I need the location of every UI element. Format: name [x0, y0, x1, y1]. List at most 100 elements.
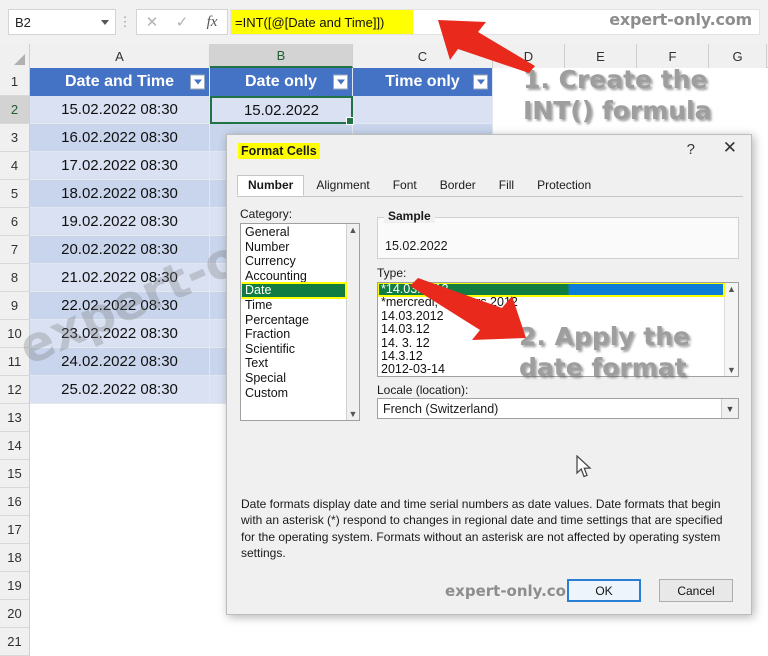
- chevron-down-icon[interactable]: [101, 19, 109, 25]
- row-header-11[interactable]: 11: [0, 348, 30, 376]
- locale-dropdown[interactable]: French (Switzerland) ▼: [377, 398, 739, 419]
- type-item-6[interactable]: 2012-03-14: [378, 363, 724, 376]
- column-header-g[interactable]: G: [709, 44, 767, 68]
- category-item-accounting[interactable]: Accounting: [241, 269, 346, 284]
- filter-dropdown-icon[interactable]: [333, 74, 348, 90]
- category-item-date[interactable]: Date: [241, 282, 347, 299]
- row-header-4[interactable]: 4: [0, 152, 30, 180]
- chevron-down-icon[interactable]: ▼: [721, 399, 738, 418]
- cell-a7[interactable]: 20.02.2022 08:30: [30, 236, 210, 264]
- row-header-6[interactable]: 6: [0, 208, 30, 236]
- chevron-up-icon[interactable]: ▲: [349, 224, 358, 236]
- cell-a9[interactable]: 22.02.2022 08:30: [30, 292, 210, 320]
- column-header-e[interactable]: E: [565, 44, 637, 68]
- type-item-5[interactable]: 14.3.12: [378, 349, 724, 363]
- filter-dropdown-icon[interactable]: [473, 74, 488, 90]
- cell-a8[interactable]: 21.02.2022 08:30: [30, 264, 210, 292]
- chevron-up-icon[interactable]: ▲: [727, 283, 736, 295]
- row-header-12[interactable]: 12: [0, 376, 30, 404]
- column-header-b[interactable]: B: [210, 44, 353, 68]
- table-header-date-and-time[interactable]: Date and Time: [30, 68, 210, 96]
- close-icon[interactable]: ✕: [723, 139, 737, 157]
- cell-a11[interactable]: 24.02.2022 08:30: [30, 348, 210, 376]
- row-header-9[interactable]: 9: [0, 292, 30, 320]
- name-box-value: B2: [15, 14, 31, 30]
- ok-button[interactable]: OK: [567, 579, 641, 602]
- cell-a6[interactable]: 19.02.2022 08:30: [30, 208, 210, 236]
- select-all-corner[interactable]: [0, 44, 30, 68]
- row-header-3[interactable]: 3: [0, 124, 30, 152]
- cancel-button[interactable]: Cancel: [659, 579, 733, 602]
- category-item-scientific[interactable]: Scientific: [241, 342, 346, 357]
- row-header-2[interactable]: 2: [0, 96, 30, 124]
- type-items: *14.03.2012 *mercredi, 14 mars 2012 14.0…: [378, 283, 725, 376]
- cell-a2[interactable]: 15.02.2022 08:30: [30, 96, 210, 124]
- mouse-cursor: [576, 455, 592, 478]
- cell-c2[interactable]: [353, 96, 493, 124]
- row-header-14[interactable]: 14: [0, 432, 30, 460]
- tab-protection[interactable]: Protection: [526, 175, 602, 196]
- close-icon[interactable]: ✕: [137, 10, 167, 34]
- category-item-general[interactable]: General: [241, 225, 346, 240]
- row-header-5[interactable]: 5: [0, 180, 30, 208]
- formula-bar: B2 ⋮ ✕ ✓ fx =INT([@[Date and Time]]) exp…: [0, 0, 768, 44]
- tab-alignment[interactable]: Alignment: [305, 175, 380, 196]
- row-header-13[interactable]: 13: [0, 404, 30, 432]
- category-scrollbar[interactable]: ▲ ▼: [346, 224, 359, 420]
- fx-icon[interactable]: fx: [197, 10, 227, 34]
- category-item-fraction[interactable]: Fraction: [241, 327, 346, 342]
- column-header-a[interactable]: A: [30, 44, 210, 68]
- cell-a3[interactable]: 16.02.2022 08:30: [30, 124, 210, 152]
- tab-border[interactable]: Border: [429, 175, 487, 196]
- row-header-20[interactable]: 20: [0, 600, 30, 628]
- category-item-currency[interactable]: Currency: [241, 254, 346, 269]
- row-header-18[interactable]: 18: [0, 544, 30, 572]
- row-header-19[interactable]: 19: [0, 572, 30, 600]
- help-icon[interactable]: ?: [687, 141, 695, 158]
- category-item-percentage[interactable]: Percentage: [241, 313, 346, 328]
- column-header-f[interactable]: F: [637, 44, 709, 68]
- column-header-c[interactable]: C: [353, 44, 493, 68]
- check-icon[interactable]: ✓: [167, 10, 197, 34]
- category-item-custom[interactable]: Custom: [241, 386, 346, 401]
- row-header-8[interactable]: 8: [0, 264, 30, 292]
- type-item-3[interactable]: 14.03.12: [378, 322, 724, 336]
- type-item-2[interactable]: 14.03.2012: [378, 309, 724, 323]
- category-item-special[interactable]: Special: [241, 371, 346, 386]
- type-item-1[interactable]: *mercredi, 14 mars 2012: [378, 295, 724, 309]
- table-header-date-only[interactable]: Date only: [210, 68, 353, 96]
- cell-a10[interactable]: 23.02.2022 08:30: [30, 320, 210, 348]
- cell-a12[interactable]: 25.02.2022 08:30: [30, 376, 210, 404]
- category-item-time[interactable]: Time: [241, 298, 346, 313]
- sample-label: Sample: [384, 209, 435, 223]
- type-item-4[interactable]: 14. 3. 12: [378, 336, 724, 350]
- category-item-number[interactable]: Number: [241, 240, 346, 255]
- row-header-1[interactable]: 1: [0, 68, 30, 96]
- name-box[interactable]: B2: [8, 9, 116, 35]
- chevron-down-icon[interactable]: ▼: [727, 364, 736, 376]
- filter-dropdown-icon[interactable]: [190, 74, 205, 90]
- category-listbox[interactable]: General Number Currency Accounting Date …: [240, 223, 360, 421]
- row-header-16[interactable]: 16: [0, 488, 30, 516]
- row-header-15[interactable]: 15: [0, 460, 30, 488]
- chevron-down-icon[interactable]: ▼: [349, 408, 358, 420]
- tab-font[interactable]: Font: [382, 175, 428, 196]
- tab-number[interactable]: Number: [237, 175, 305, 196]
- formula-action-buttons: ✕ ✓ fx: [136, 9, 228, 35]
- formula-text: =INT([@[Date and Time]]): [231, 10, 413, 34]
- row-header-21[interactable]: 21: [0, 628, 30, 656]
- table-header-time-only[interactable]: Time only: [353, 68, 493, 96]
- type-item-0[interactable]: *14.03.2012: [378, 283, 725, 298]
- column-header-d[interactable]: D: [493, 44, 565, 68]
- tab-fill[interactable]: Fill: [488, 175, 525, 196]
- cell-a4[interactable]: 17.02.2022 08:30: [30, 152, 210, 180]
- category-item-text[interactable]: Text: [241, 356, 346, 371]
- row-header-7[interactable]: 7: [0, 236, 30, 264]
- dialog-title-text: Format Cells: [238, 143, 320, 159]
- type-scrollbar[interactable]: ▲ ▼: [724, 283, 738, 376]
- row-header-10[interactable]: 10: [0, 320, 30, 348]
- cell-b2[interactable]: 15.02.2022: [210, 96, 354, 125]
- cell-a5[interactable]: 18.02.2022 08:30: [30, 180, 210, 208]
- type-listbox[interactable]: *14.03.2012 *mercredi, 14 mars 2012 14.0…: [377, 282, 739, 377]
- row-header-17[interactable]: 17: [0, 516, 30, 544]
